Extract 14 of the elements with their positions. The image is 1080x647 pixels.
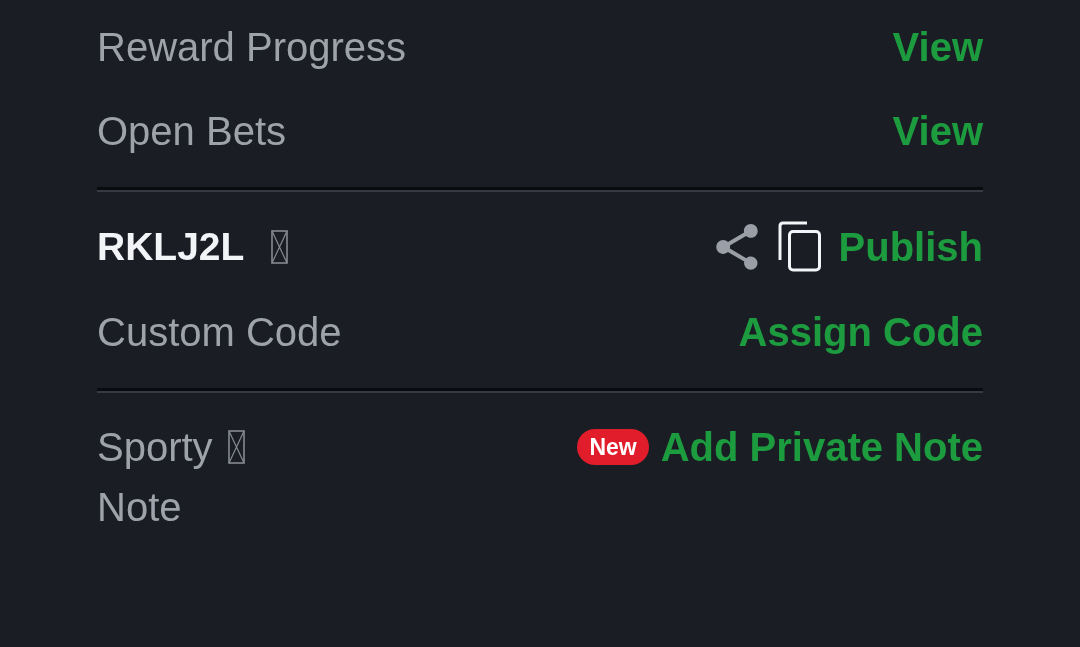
row-label: Open Bets [97,108,286,155]
share-code: RKLJ2L [97,223,245,270]
row-label: Sporty [97,424,213,471]
new-badge: New [577,429,649,465]
row-label: Note [97,484,182,531]
row-label: Custom Code [97,308,342,356]
action-link[interactable]: View [892,108,983,154]
publish-link[interactable]: Publish [838,223,983,270]
share-icon[interactable] [715,223,758,270]
add-note-link[interactable]: Add Private Note [660,424,983,470]
copy-icon[interactable] [777,221,822,272]
row-label: Reward Progress [97,24,406,71]
action-link[interactable]: Assign Code [738,308,983,355]
action-link[interactable]: View [892,24,983,70]
